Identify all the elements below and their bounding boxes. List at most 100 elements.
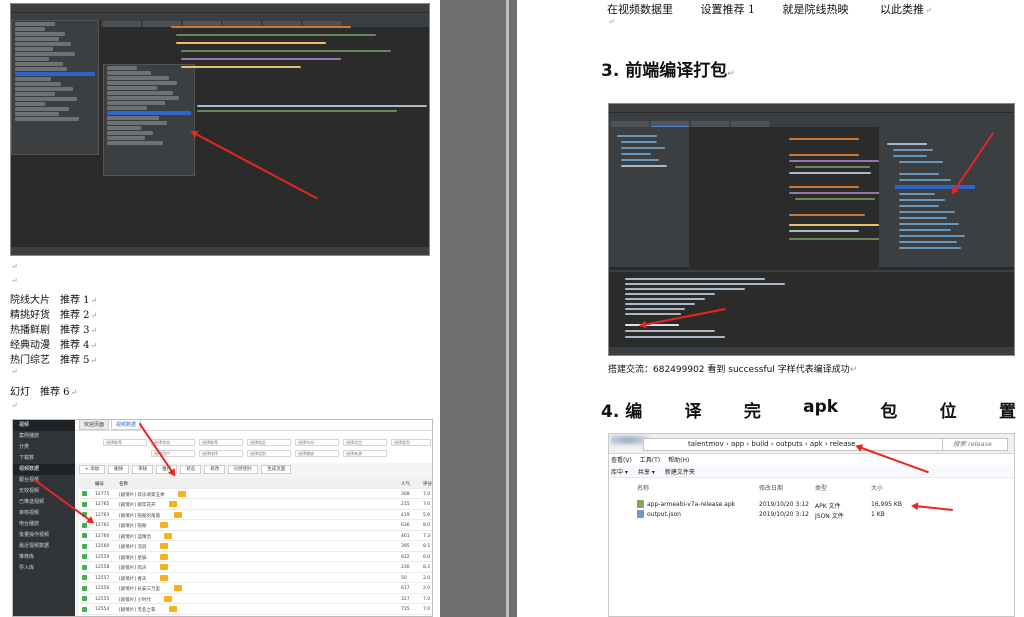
cmd-new-folder[interactable]: 新建文件夹 — [665, 467, 695, 476]
admin-filters: 选择推荐 选择状态 选择推荐 选择地区 选择年份 选择语言 选择类型 选择用户 … — [75, 431, 432, 463]
table-row[interactable]: 12765 [剧情片] 那年花开 215 7.0 — [79, 499, 432, 510]
table-row[interactable]: 12763 [剧情片] 隐秘的角落 419 5.9 — [79, 510, 432, 520]
ide-menubar — [609, 104, 1014, 112]
table-row[interactable]: 12760 [剧情片] 蓝精灵 461 7.3 — [79, 531, 432, 541]
cell-pop: 308 — [401, 491, 410, 497]
row-checkbox[interactable] — [82, 606, 87, 612]
explorer-menubar: 查看(V) 工具(T) 帮助(H) — [609, 454, 1014, 465]
admin-video-table: 编号 名称 人气 评分 12775 [剧情片] 欢乐颂第五季 308 7.0 12765… — [79, 478, 432, 616]
admin-edit-button[interactable]: 修改 — [204, 465, 226, 474]
explorer-search-input[interactable]: 搜索 release — [942, 438, 1008, 451]
ide-build-submenu — [103, 64, 195, 176]
table-row[interactable]: 12557 [剧情片] 春天 50 2.0 — [79, 573, 432, 583]
cell-name: [剧情片] 隐秘的角落 — [119, 513, 160, 519]
table-row[interactable]: 12560 [剧情片] 流浪 395 8.5 — [79, 541, 432, 552]
list-line-1: 院线大片 推荐 1↵ — [10, 295, 98, 306]
cell-name: [剧情片] 蓝精灵 — [119, 534, 151, 540]
cell-pop: 461 — [401, 533, 410, 539]
row-checkbox[interactable] — [82, 491, 87, 496]
cell-score: 2.0 — [423, 575, 431, 581]
table-row[interactable]: 12558 [剧情片] 风声 230 8.3 — [79, 562, 432, 573]
page-gap — [440, 0, 517, 617]
status-badge — [164, 532, 173, 539]
admin-sync-image-button[interactable]: 同步图片 — [228, 465, 259, 474]
cell-pop: 636 — [401, 523, 410, 528]
list-line-4: 经典动漫 推荐 4↵ — [10, 340, 98, 351]
heading-4-apk-location: 4. 编 译 完 apk 包 位 置 — [601, 397, 1016, 422]
status-badge — [159, 522, 168, 528]
file-name-json[interactable]: output.json — [647, 511, 681, 518]
menu-view[interactable]: 查看(V) — [611, 455, 632, 464]
cell-id: 12765 — [95, 502, 110, 507]
cmd-share[interactable]: 共享 ▾ — [638, 467, 655, 476]
file-date: 2019/10/20 3:12 — [759, 501, 809, 508]
row-checkbox[interactable] — [82, 522, 87, 528]
cell-pop: 230 — [401, 565, 410, 570]
paragraph-mark: ↵ — [11, 367, 18, 376]
column-date[interactable]: 修改日期 — [759, 483, 783, 492]
row-checkbox[interactable] — [82, 575, 87, 580]
menu-help[interactable]: 帮助(H) — [668, 455, 689, 464]
admin-generate-page-button[interactable]: 生成页面 — [261, 465, 292, 474]
table-row[interactable]: 12559 [剧情片] 星辰 812 6.0 — [79, 552, 432, 562]
cell-name: [剧情片] 长安三万里 — [119, 587, 160, 592]
ide-statusbar — [609, 347, 1014, 355]
menu-tools[interactable]: 工具(T) — [640, 455, 660, 464]
explorer-path-input[interactable]: talentmov › app › build › outputs › apk … — [643, 438, 943, 451]
list-line-5: 热门综艺 推荐 5↵ — [10, 355, 98, 366]
column-size[interactable]: 大小 — [871, 483, 883, 492]
ide-file-menu — [11, 20, 99, 155]
ide-menubar — [11, 4, 429, 12]
cmd-library[interactable]: 库中 ▾ — [611, 467, 628, 476]
document-page-right: 在视频数据里 设置推荐 1 就是院线热映 以此类推↵ ↵ 3. 前端编译打包↵ — [517, 0, 1024, 617]
ide-build-console — [609, 270, 1014, 348]
cell-name: [剧情片] 流浪 — [119, 545, 147, 550]
paragraph-mark: ↵ — [11, 262, 18, 271]
admin-status-button[interactable]: 状态 — [180, 465, 202, 474]
row-checkbox[interactable] — [82, 543, 87, 549]
admin-delete-button[interactable]: 删除 — [108, 465, 130, 474]
column-type[interactable]: 类型 — [815, 483, 827, 492]
row-checkbox[interactable] — [82, 596, 87, 601]
ide-screenshot-build-success — [608, 103, 1015, 356]
table-row[interactable]: 12761 [剧情片] 隐秘 636 8.0 — [79, 520, 432, 531]
paragraph-mark: ↵ — [11, 401, 18, 410]
cell-id: 12560 — [95, 544, 110, 549]
file-name-apk[interactable]: app-armeabi-v7a-release.apk — [647, 501, 735, 508]
column-name[interactable]: 名称 — [637, 483, 649, 492]
cell-score: 5.9 — [423, 512, 431, 518]
ide-statusbar — [11, 247, 429, 255]
cell-name: [剧情片] 星辰 — [119, 555, 147, 561]
cell-id: 12556 — [95, 586, 110, 591]
cell-name: [剧情片] 那年花开 — [119, 503, 156, 508]
cell-score: 2.0 — [423, 586, 431, 591]
table-row[interactable]: 12554 [剧情片] 无名之辈 725 7.0 — [79, 604, 432, 615]
status-badge — [178, 490, 187, 497]
admin-add-button[interactable]: + 添加 — [79, 465, 106, 474]
build-success-caption: 搭建交流：682499902 看到 successful 字样代表编译成功↵ — [608, 365, 858, 375]
cell-id: 12554 — [95, 607, 110, 612]
cell-name: [剧情片] 隐秘 — [119, 524, 147, 529]
cell-name: [剧情片] 春天 — [119, 576, 147, 582]
table-row[interactable]: 12775 [剧情片] 欢乐颂第五季 308 7.0 — [79, 489, 432, 499]
row-checkbox[interactable] — [82, 501, 87, 507]
cell-pop: 725 — [401, 607, 410, 612]
row-checkbox[interactable] — [82, 585, 87, 591]
apk-file-icon — [637, 500, 644, 508]
ide-screenshot-build-menu — [10, 3, 430, 256]
cell-id: 12763 — [95, 512, 110, 518]
file-size: 1 KB — [871, 511, 885, 518]
row-checkbox[interactable] — [82, 533, 87, 538]
row-checkbox[interactable] — [82, 564, 87, 570]
table-row[interactable]: 12555 [剧情片] 小时代 327 7.0 — [79, 594, 432, 604]
list-line-3: 热播鲜剧 推荐 3↵ — [10, 325, 98, 336]
file-type: JSON 文件 — [815, 513, 844, 520]
cell-pop: 215 — [401, 502, 410, 507]
file-date: 2019/10/20 3:12 — [759, 511, 809, 518]
row-checkbox[interactable] — [82, 554, 87, 559]
admin-review-button[interactable]: 审核 — [132, 465, 154, 474]
table-row[interactable]: 12556 [剧情片] 长安三万里 617 2.0 — [79, 583, 432, 594]
explorer-commandbar: 库中 ▾ 共享 ▾ 新建文件夹 — [609, 465, 1014, 478]
cell-id: 12557 — [95, 575, 110, 581]
ide-toolbar — [11, 12, 429, 20]
